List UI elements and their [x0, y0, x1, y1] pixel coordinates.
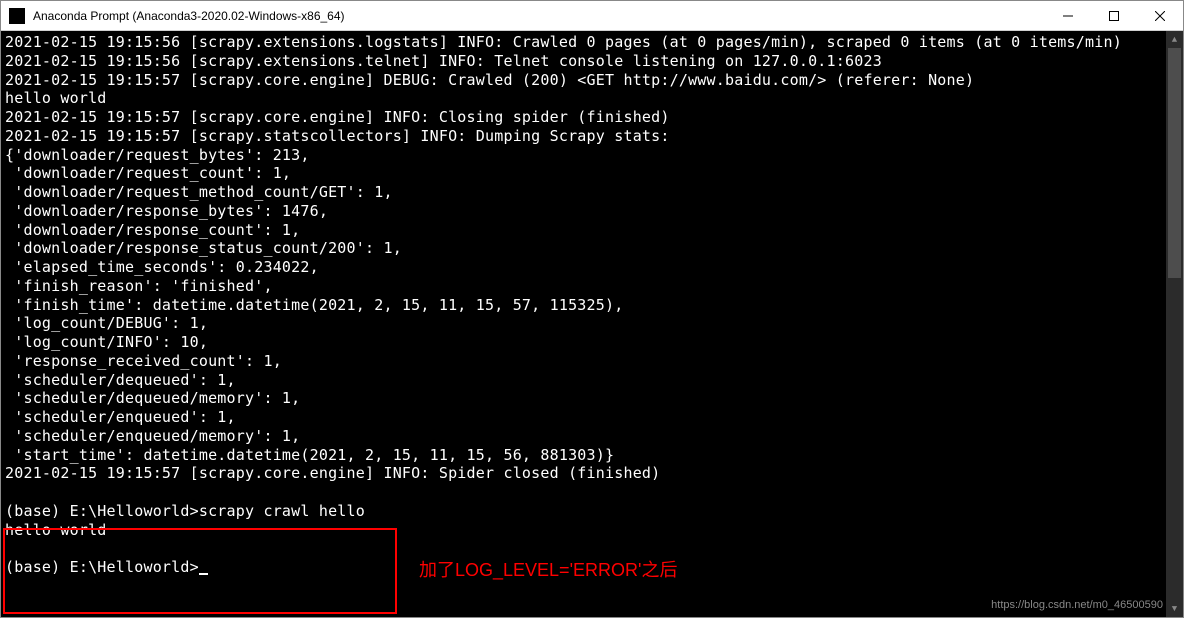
terminal-line: 'downloader/request_count': 1,	[5, 164, 291, 182]
terminal-line: 'start_time': datetime.datetime(2021, 2,…	[5, 446, 614, 464]
terminal-area[interactable]: 2021-02-15 19:15:56 [scrapy.extensions.l…	[1, 31, 1183, 617]
terminal-line: 'downloader/request_method_count/GET': 1…	[5, 183, 393, 201]
terminal-line: 2021-02-15 19:15:57 [scrapy.statscollect…	[5, 127, 670, 145]
terminal-line: 'scheduler/dequeued/memory': 1,	[5, 389, 300, 407]
terminal-line: 'response_received_count': 1,	[5, 352, 282, 370]
scrollbar[interactable]: ▲ ▼	[1166, 31, 1183, 617]
terminal-line: 'finish_reason': 'finished',	[5, 277, 273, 295]
terminal-line: hello world	[5, 521, 107, 539]
terminal-line: 'downloader/response_status_count/200': …	[5, 239, 402, 257]
close-icon	[1155, 11, 1165, 21]
terminal-content[interactable]: 2021-02-15 19:15:56 [scrapy.extensions.l…	[1, 31, 1166, 617]
window-title: Anaconda Prompt (Anaconda3-2020.02-Windo…	[33, 9, 1045, 23]
terminal-line: 'log_count/INFO': 10,	[5, 333, 208, 351]
terminal-line: 'scheduler/enqueued': 1,	[5, 408, 236, 426]
maximize-button[interactable]	[1091, 1, 1137, 31]
scrollbar-down-arrow-icon[interactable]: ▼	[1166, 600, 1183, 617]
terminal-line: 2021-02-15 19:15:56 [scrapy.extensions.l…	[5, 33, 1122, 51]
terminal-line: 2021-02-15 19:15:57 [scrapy.core.engine]…	[5, 71, 974, 89]
minimize-icon	[1063, 11, 1073, 21]
terminal-line: 2021-02-15 19:15:57 [scrapy.core.engine]…	[5, 108, 670, 126]
minimize-button[interactable]	[1045, 1, 1091, 31]
terminal-line: (base) E:\Helloworld>scrapy crawl hello	[5, 502, 365, 520]
scrollbar-thumb[interactable]	[1168, 48, 1181, 278]
terminal-line: (base) E:\Helloworld>	[5, 558, 199, 576]
terminal-line: 'log_count/DEBUG': 1,	[5, 314, 208, 332]
terminal-line: 'elapsed_time_seconds': 0.234022,	[5, 258, 319, 276]
terminal-line: 'downloader/response_count': 1,	[5, 221, 300, 239]
terminal-line: 'finish_time': datetime.datetime(2021, 2…	[5, 296, 623, 314]
terminal-line: 'scheduler/enqueued/memory': 1,	[5, 427, 300, 445]
terminal-line: 2021-02-15 19:15:57 [scrapy.core.engine]…	[5, 464, 660, 482]
cursor	[199, 573, 208, 575]
terminal-line: 2021-02-15 19:15:56 [scrapy.extensions.t…	[5, 52, 882, 70]
window-controls	[1045, 1, 1183, 31]
titlebar[interactable]: Anaconda Prompt (Anaconda3-2020.02-Windo…	[1, 1, 1183, 31]
window: Anaconda Prompt (Anaconda3-2020.02-Windo…	[0, 0, 1184, 618]
terminal-line: {'downloader/request_bytes': 213,	[5, 146, 310, 164]
maximize-icon	[1109, 11, 1119, 21]
terminal-line: hello world	[5, 89, 107, 107]
close-button[interactable]	[1137, 1, 1183, 31]
terminal-line: 'scheduler/dequeued': 1,	[5, 371, 236, 389]
terminal-line: 'downloader/response_bytes': 1476,	[5, 202, 328, 220]
scrollbar-up-arrow-icon[interactable]: ▲	[1166, 31, 1183, 48]
app-icon	[9, 8, 25, 24]
